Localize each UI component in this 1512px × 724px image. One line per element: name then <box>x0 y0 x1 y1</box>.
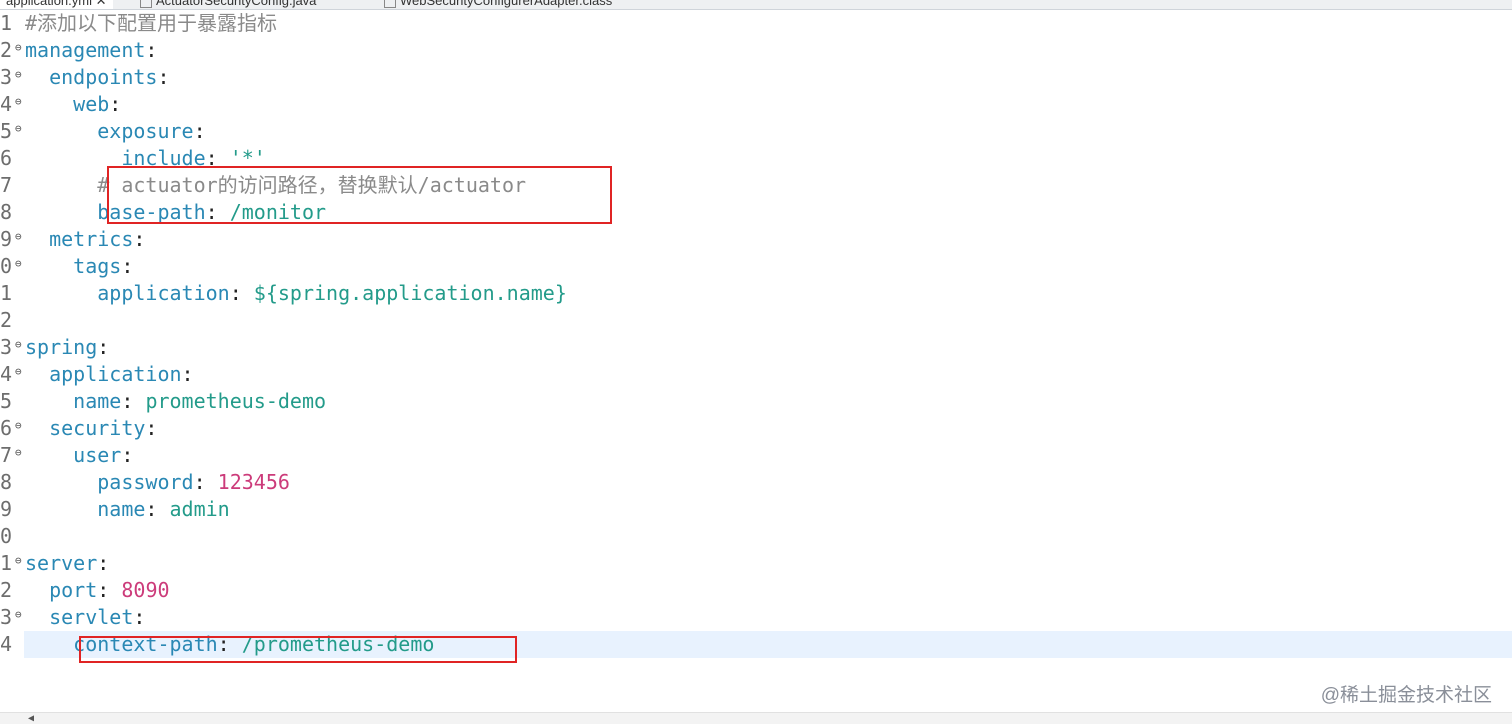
tab-actuator-security-config[interactable]: ActuatorSecurityConfig.java <box>140 0 316 9</box>
line-number: 7 <box>0 173 13 197</box>
line-number: 4 ⊖ <box>0 91 22 118</box>
line-number: 0 ⊖ <box>0 253 22 280</box>
line-number: 5 ⊖ <box>0 118 22 145</box>
line-number: 2 ⊖ <box>0 37 22 64</box>
fold-toggle-icon[interactable]: ⊖ <box>15 601 22 628</box>
code-line[interactable]: 0 <box>0 523 1512 550</box>
tab-label: ActuatorSecurityConfig.java <box>156 0 317 8</box>
code-text[interactable]: name: prometheus-demo <box>25 388 326 415</box>
code-line[interactable]: 8 password: 123456 <box>0 469 1512 496</box>
watermark: @稀土掘金技术社区 <box>1320 685 1492 706</box>
fold-toggle-icon[interactable]: ⊖ <box>15 61 22 88</box>
code-line[interactable]: 3 ⊖ servlet: <box>0 604 1512 631</box>
code-line[interactable]: 1 application: ${spring.application.name… <box>0 280 1512 307</box>
line-number: 9 <box>0 497 13 521</box>
line-number: 8 <box>0 470 13 494</box>
code-text[interactable]: exposure: <box>25 118 205 145</box>
fold-toggle-icon[interactable]: ⊖ <box>15 547 22 574</box>
code-text[interactable]: tags: <box>25 253 133 280</box>
line-number: 1 ⊖ <box>0 550 22 577</box>
code-line[interactable]: 6 ⊖ security: <box>0 415 1512 442</box>
code-text[interactable]: management: <box>25 37 157 64</box>
code-line[interactable]: 3 ⊖ spring: <box>0 334 1512 361</box>
code-line[interactable]: 4 ⊖ web: <box>0 91 1512 118</box>
line-number: 8 <box>0 200 13 224</box>
code-text[interactable]: user: <box>25 442 133 469</box>
code-text[interactable]: application: ${spring.application.name} <box>25 280 567 307</box>
fold-toggle-icon[interactable]: ⊖ <box>15 115 22 142</box>
line-number: 4 ⊖ <box>0 361 22 388</box>
tab-web-security-configurer-adapter[interactable]: WebSecurityConfigurerAdapter.class <box>384 0 612 9</box>
code-line[interactable]: 2 port: 8090 <box>0 577 1512 604</box>
fold-toggle-icon[interactable]: ⊖ <box>15 331 22 358</box>
tab-label: WebSecurityConfigurerAdapter.class <box>400 0 613 8</box>
code-text[interactable]: port: 8090 <box>25 577 169 604</box>
line-number: 4 <box>0 632 13 656</box>
code-text[interactable]: password: 123456 <box>25 469 290 496</box>
code-line[interactable]: 9 name: admin <box>0 496 1512 523</box>
code-line[interactable]: 9 ⊖ metrics: <box>0 226 1512 253</box>
code-line[interactable]: 5 name: prometheus-demo <box>0 388 1512 415</box>
fold-toggle-icon[interactable]: ⊖ <box>15 412 22 439</box>
code-text[interactable]: endpoints: <box>25 64 169 91</box>
code-editor[interactable]: 1 #添加以下配置用于暴露指标 2 ⊖ management: 3 ⊖ endpoints:… <box>0 10 1512 712</box>
line-number: 0 <box>0 524 13 548</box>
fold-toggle-icon[interactable]: ⊖ <box>15 439 22 466</box>
class-file-icon <box>384 0 396 8</box>
tab-application-yml[interactable]: application.yml ✕ <box>0 0 113 9</box>
line-number: 3 ⊖ <box>0 604 22 631</box>
fold-toggle-icon[interactable]: ⊖ <box>15 223 22 250</box>
line-number: 6 <box>0 146 13 170</box>
line-number: 3 ⊖ <box>0 334 22 361</box>
code-line[interactable]: 2 <box>0 307 1512 334</box>
code-line[interactable]: 7 ⊖ user: <box>0 442 1512 469</box>
code-line[interactable]: 0 ⊖ tags: <box>0 253 1512 280</box>
java-file-icon <box>140 0 152 8</box>
code-text[interactable]: spring: <box>25 334 109 361</box>
code-line[interactable]: 1 ⊖ server: <box>0 550 1512 577</box>
fold-toggle-icon[interactable]: ⊖ <box>15 88 22 115</box>
line-number: 1 <box>0 11 13 35</box>
code-text[interactable]: web: <box>25 91 121 118</box>
line-number: 1 <box>0 281 13 305</box>
code-text[interactable]: name: admin <box>25 496 229 523</box>
code-text[interactable]: servlet: <box>25 604 145 631</box>
line-number: 9 ⊖ <box>0 226 22 253</box>
code-text[interactable]: #添加以下配置用于暴露指标 <box>25 10 277 37</box>
tab-label: application.yml <box>6 0 92 8</box>
line-number: 2 <box>0 578 13 602</box>
code-line[interactable]: 4 ⊖ application: <box>0 361 1512 388</box>
line-number: 6 ⊖ <box>0 415 22 442</box>
highlight-box-context-path <box>79 636 517 663</box>
code-text[interactable]: server: <box>25 550 109 577</box>
line-number: 3 ⊖ <box>0 64 22 91</box>
code-line[interactable]: 5 ⊖ exposure: <box>0 118 1512 145</box>
code-line[interactable]: 1 #添加以下配置用于暴露指标 <box>0 10 1512 37</box>
code-line[interactable]: 3 ⊖ endpoints: <box>0 64 1512 91</box>
fold-toggle-icon[interactable]: ⊖ <box>15 250 22 277</box>
code-text[interactable]: security: <box>25 415 157 442</box>
line-number: 5 <box>0 389 13 413</box>
scroll-left-icon[interactable]: ◀ <box>28 713 34 724</box>
highlight-box-base-path <box>107 166 612 224</box>
fold-toggle-icon[interactable]: ⊖ <box>15 34 22 61</box>
code-line[interactable]: 2 ⊖ management: <box>0 37 1512 64</box>
line-number: 7 ⊖ <box>0 442 22 469</box>
editor-tab-bar: application.yml ✕ ActuatorSecurityConfig… <box>0 0 1512 10</box>
code-text[interactable]: metrics: <box>25 226 145 253</box>
horizontal-scrollbar[interactable]: ◀ <box>0 712 1512 724</box>
code-text[interactable]: application: <box>25 361 194 388</box>
fold-toggle-icon[interactable]: ⊖ <box>15 358 22 385</box>
line-number: 2 <box>0 308 13 332</box>
